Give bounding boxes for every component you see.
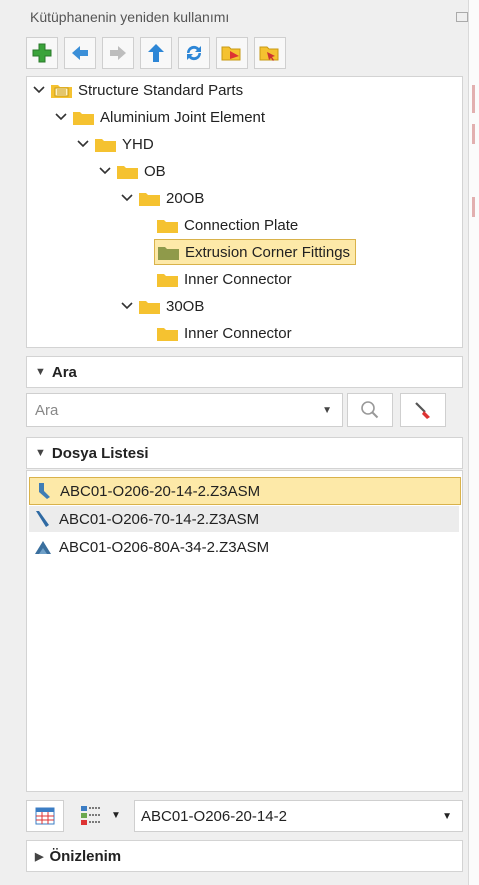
tree-item-label: Inner Connector xyxy=(184,270,292,288)
library-folder-icon xyxy=(51,83,72,98)
collapse-triangle-icon: ▼ xyxy=(35,366,46,378)
file-list-section-title: Dosya Listesi xyxy=(51,444,149,462)
search-section-title: Ara xyxy=(51,363,77,381)
tree-item-label: Structure Standard Parts xyxy=(78,81,244,99)
tree-item-structure-standard-parts[interactable]: Structure Standard Parts xyxy=(33,78,243,102)
file-name: ABC01-O206-20-14-2.Z3ASM xyxy=(60,482,261,500)
folder-icon xyxy=(139,191,160,206)
chevron-down-icon[interactable] xyxy=(99,167,111,175)
open-folder-button[interactable] xyxy=(216,37,248,69)
file-name-combo[interactable]: ABC01-O206-20-14-2 ▼ xyxy=(134,800,463,832)
tree-item-label: OB xyxy=(144,162,166,180)
add-button[interactable] xyxy=(26,37,58,69)
tree-item-label: Inner Connector xyxy=(184,324,292,342)
collapse-triangle-icon: ▼ xyxy=(35,447,46,459)
search-input[interactable]: Ara ▼ xyxy=(26,393,343,427)
clear-brush-icon xyxy=(415,402,430,419)
library-tree[interactable]: Structure Standard Parts Aluminium Joint… xyxy=(26,76,463,348)
clear-search-button[interactable] xyxy=(400,393,446,427)
chevron-down-icon[interactable] xyxy=(121,194,133,202)
list-view-icon xyxy=(81,806,102,825)
tree-item-label: 30OB xyxy=(166,297,205,315)
tree-item-connection-plate[interactable]: Connection Plate xyxy=(157,213,298,237)
file-list-item[interactable]: ABC01-O206-70-14-2.Z3ASM xyxy=(29,506,459,532)
assembly-file-icon xyxy=(35,541,51,554)
table-view-button[interactable] xyxy=(26,800,64,832)
back-button[interactable] xyxy=(64,37,96,69)
folder-icon xyxy=(117,164,138,179)
tree-item-label: Extrusion Corner Fittings xyxy=(185,243,351,261)
file-list-item[interactable]: ABC01-O206-20-14-2.Z3ASM xyxy=(29,477,461,505)
tree-item-label: Connection Plate xyxy=(184,216,299,234)
tree-item-30ob[interactable]: 30OB xyxy=(121,294,204,318)
file-list-section-header[interactable]: ▼ Dosya Listesi xyxy=(26,437,463,469)
file-list[interactable]: ABC01-O206-20-14-2.Z3ASM ABC01-O206-70-1… xyxy=(26,470,463,792)
folder-settings-button[interactable] xyxy=(254,37,286,69)
tree-item-ob[interactable]: OB xyxy=(99,159,166,183)
file-list-bottom-bar: ▼ ABC01-O206-20-14-2 ▼ xyxy=(26,796,463,834)
chevron-down-icon[interactable] xyxy=(33,86,45,94)
folder-icon xyxy=(139,299,160,314)
panel-title: Kütüphanenin yeniden kullanımı xyxy=(30,9,230,25)
search-section-header[interactable]: ▼ Ara xyxy=(26,356,463,388)
table-view-icon xyxy=(35,807,55,825)
expand-triangle-icon: ▶ xyxy=(35,850,44,863)
up-arrow-icon xyxy=(148,44,164,62)
dropdown-arrow-icon[interactable]: ▼ xyxy=(442,811,452,822)
folder-icon xyxy=(157,218,178,233)
tree-item-aluminium-joint-element[interactable]: Aluminium Joint Element xyxy=(55,105,265,129)
file-name: ABC01-O206-80A-34-2.Z3ASM xyxy=(59,538,270,556)
panel-options-icon[interactable] xyxy=(456,12,468,22)
preview-section-title: Önizlenim xyxy=(49,847,122,865)
view-mode-dropdown[interactable]: ▼ xyxy=(70,800,130,830)
back-arrow-icon xyxy=(72,46,88,60)
search-placeholder: Ara xyxy=(35,401,59,419)
file-name: ABC01-O206-70-14-2.Z3ASM xyxy=(59,510,260,528)
folder-settings-icon xyxy=(259,46,279,61)
tree-item-label: YHD xyxy=(122,135,154,153)
tree-item-label: 20OB xyxy=(166,189,205,207)
search-button[interactable] xyxy=(347,393,393,427)
folder-icon xyxy=(157,272,178,287)
add-icon xyxy=(32,43,52,63)
tree-item-label: Aluminium Joint Element xyxy=(100,108,266,126)
toolbar xyxy=(26,33,461,75)
refresh-icon xyxy=(186,45,202,61)
file-list-item[interactable]: ABC01-O206-80A-34-2.Z3ASM xyxy=(29,534,459,560)
chevron-down-icon[interactable] xyxy=(121,302,133,310)
assembly-file-icon xyxy=(36,511,49,527)
combo-value: ABC01-O206-20-14-2 xyxy=(141,807,287,825)
folder-icon xyxy=(157,326,178,341)
chevron-down-icon[interactable] xyxy=(77,140,89,148)
chevron-down-icon[interactable] xyxy=(55,113,67,121)
dropdown-arrow-icon[interactable]: ▼ xyxy=(322,405,332,416)
folder-icon xyxy=(95,137,116,152)
tree-item-20ob[interactable]: 20OB xyxy=(121,186,204,210)
search-icon xyxy=(361,401,379,419)
tree-item-inner-connector[interactable]: Inner Connector xyxy=(157,267,292,291)
assembly-file-icon xyxy=(39,483,50,499)
right-edge-strip xyxy=(468,0,479,885)
folder-open-icon xyxy=(221,46,241,61)
library-reuse-panel: Kütüphanenin yeniden kullanımı Structure… xyxy=(0,0,468,885)
tree-item-inner-connector[interactable]: Inner Connector xyxy=(157,321,292,345)
dropdown-arrow-icon: ▼ xyxy=(111,809,121,821)
preview-section-header[interactable]: ▶ Önizlenim xyxy=(26,840,463,872)
tree-item-yhd[interactable]: YHD xyxy=(77,132,154,156)
up-button[interactable] xyxy=(140,37,172,69)
folder-icon xyxy=(158,245,179,260)
forward-arrow-icon xyxy=(110,46,126,60)
folder-icon xyxy=(73,110,94,125)
tree-item-extrusion-corner-fittings[interactable]: Extrusion Corner Fittings xyxy=(154,239,357,265)
refresh-button[interactable] xyxy=(178,37,210,69)
forward-button[interactable] xyxy=(102,37,134,69)
